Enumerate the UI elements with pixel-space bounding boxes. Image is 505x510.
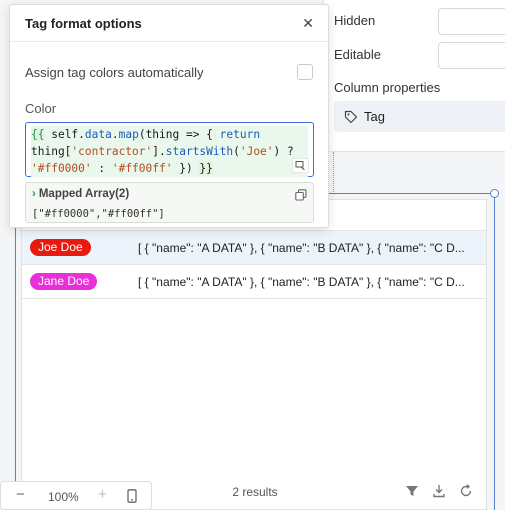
table-row[interactable]: Joe Doe [ { "name": "A DATA" }, { "name"… xyxy=(22,231,486,265)
evaluated-value-panel: › Mapped Array(2) ["#ff0000","#ff00ff"] xyxy=(25,182,314,223)
code-token: ]. xyxy=(152,145,166,158)
popover-title: Tag format options xyxy=(25,16,142,31)
guide-line xyxy=(333,152,334,194)
code-token: 'Joe' xyxy=(239,145,274,158)
editable-label: Editable xyxy=(334,47,381,62)
mobile-view-icon[interactable] xyxy=(127,489,137,506)
code-token: }} xyxy=(199,162,213,175)
popover-header: Tag format options ✕ xyxy=(10,5,328,42)
chevron-right-icon: › xyxy=(32,188,36,200)
expand-editor-icon[interactable] xyxy=(292,158,309,173)
evaluated-type-label: Mapped Array(2) xyxy=(38,188,130,200)
zoom-out-button[interactable]: − xyxy=(16,486,25,503)
name-tag: Jane Doe xyxy=(30,273,98,290)
code-token: . xyxy=(111,128,119,141)
code-token: : xyxy=(91,162,112,175)
code-token: '#ff0000' xyxy=(31,162,92,175)
assign-colors-checkbox[interactable] xyxy=(297,64,313,80)
code-token: return xyxy=(219,128,261,141)
code-token: '#ff00ff' xyxy=(111,162,173,175)
code-token: self. xyxy=(44,128,85,141)
column-properties-label: Column properties xyxy=(334,80,441,95)
table-widget: Joe Doe [ { "name": "A DATA" }, { "name"… xyxy=(21,199,487,510)
hidden-input[interactable] xyxy=(438,8,505,35)
evaluated-value-title[interactable]: › Mapped Array(2) xyxy=(32,188,129,200)
column-tag-label: Tag xyxy=(364,109,385,124)
tag-icon xyxy=(344,110,358,123)
code-token: thing[ xyxy=(31,145,72,158)
data-cell: [ { "name": "A DATA" }, { "name": "B DAT… xyxy=(138,275,465,289)
code-token: ( xyxy=(233,145,240,158)
code-token: {{ xyxy=(31,128,45,141)
color-label: Color xyxy=(25,101,57,116)
zoom-level: 100% xyxy=(48,490,79,504)
property-panel: Hidden Editable Column properties Tag xyxy=(323,0,505,152)
code-token: 'contractor' xyxy=(71,145,153,158)
copy-icon[interactable] xyxy=(295,188,307,206)
evaluated-value: ["#ff0000","#ff00ff"] xyxy=(32,208,165,220)
resize-handle[interactable] xyxy=(490,189,499,198)
column-tag-item[interactable]: Tag xyxy=(334,101,505,132)
refresh-icon[interactable] xyxy=(459,484,474,499)
code-token: }) xyxy=(172,162,200,175)
close-icon[interactable]: ✕ xyxy=(302,15,314,32)
name-tag: Joe Doe xyxy=(30,239,91,256)
filter-icon[interactable] xyxy=(405,484,420,499)
code-token: (thing => { xyxy=(138,128,220,141)
hidden-label: Hidden xyxy=(334,13,376,28)
code-token: map xyxy=(118,128,139,141)
tag-format-popover: Tag format options ✕ Assign tag colors a… xyxy=(9,4,329,228)
data-cell: [ { "name": "A DATA" }, { "name": "B DAT… xyxy=(138,241,465,255)
color-code-editor[interactable]: {{ self.data.map(thing => { return thing… xyxy=(25,122,314,177)
zoom-in-button[interactable]: + xyxy=(98,486,107,503)
code-token: startsWith xyxy=(165,145,234,158)
editable-input[interactable] xyxy=(438,42,505,69)
zoom-controls: − 100% + xyxy=(0,481,152,510)
code-token: ) ? xyxy=(273,145,294,158)
code-token: data xyxy=(84,128,112,141)
download-icon[interactable] xyxy=(432,484,447,499)
table-row[interactable]: Jane Doe [ { "name": "A DATA" }, { "name… xyxy=(22,265,486,299)
assign-colors-label: Assign tag colors automatically xyxy=(25,65,204,80)
